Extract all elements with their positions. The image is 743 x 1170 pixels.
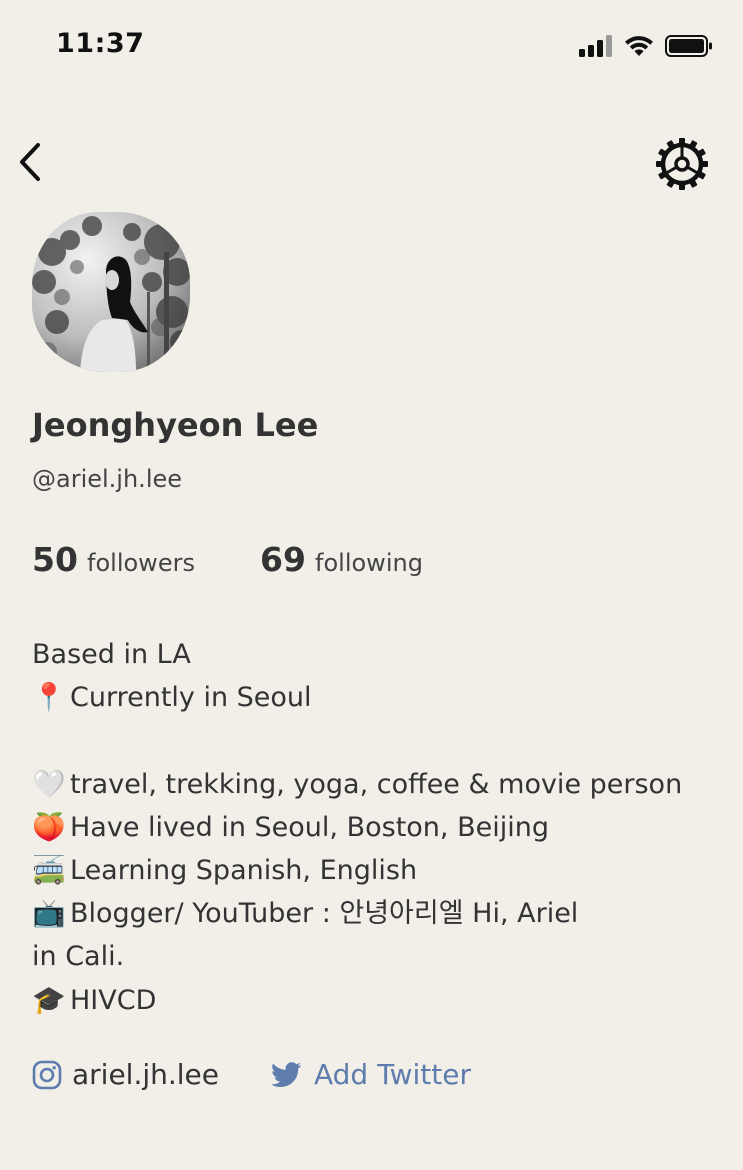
bio-line: in Cali. xyxy=(32,935,722,978)
social-links: ariel.jh.lee Add Twitter xyxy=(32,1058,722,1106)
following-label: following xyxy=(315,549,423,577)
add-twitter-link[interactable]: Add Twitter xyxy=(270,1058,471,1091)
twitter-icon xyxy=(271,1061,302,1087)
instagram-link[interactable]: ariel.jh.lee xyxy=(32,1058,219,1091)
following-link[interactable]: 69 following xyxy=(260,540,423,579)
television-emoji: 📺 xyxy=(32,898,66,930)
battery-icon xyxy=(665,35,712,57)
back-button[interactable] xyxy=(14,140,48,184)
chevron-left-icon xyxy=(20,143,40,181)
bio-text: Based in LA xyxy=(32,639,191,670)
bio-line: 🎓 HIVCD xyxy=(32,979,722,1022)
bio-text: Learning Spanish, English xyxy=(70,854,418,886)
bio-text: HIVCD xyxy=(70,984,157,1016)
bio-line: 🤍 travel, trekking, yoga, coffee & movie … xyxy=(32,763,722,806)
add-twitter-label: Add Twitter xyxy=(314,1058,471,1091)
status-icons xyxy=(579,34,713,58)
bio-text: Have lived in Seoul, Boston, Beijing xyxy=(70,811,549,843)
profile-bio: Based in LA 📍 Currently in Seoul 🤍 travel,… xyxy=(32,633,722,1022)
bio-line: 🚎 Learning Spanish, English xyxy=(32,849,722,892)
bio-text: Currently in Seoul xyxy=(70,682,312,714)
instagram-icon xyxy=(32,1060,62,1089)
bio-text: in Cali. xyxy=(32,941,125,973)
profile-name: Jeonghyeon Lee xyxy=(32,406,319,444)
bio-line: 📺 Blogger/ YouTuber : 안녕아리엘 Hi, Ariel xyxy=(32,892,722,935)
graduation-cap-emoji: 🎓 xyxy=(32,984,66,1016)
bio-blank-line xyxy=(32,719,722,762)
instagram-handle: ariel.jh.lee xyxy=(72,1058,220,1091)
signal-icon xyxy=(579,35,612,57)
bio-line: 🍑 Have lived in Seoul, Boston, Beijing xyxy=(32,806,722,849)
gear-icon xyxy=(656,138,708,190)
followers-count: 50 xyxy=(32,540,78,579)
peach-emoji: 🍑 xyxy=(32,811,66,843)
followers-link[interactable]: 50 followers xyxy=(32,540,195,579)
pin-emoji: 📍 xyxy=(32,682,66,714)
following-count: 69 xyxy=(260,540,306,579)
top-nav-bar xyxy=(0,130,743,194)
trolleybus-emoji: 🚎 xyxy=(32,854,66,886)
bio-text: travel, trekking, yoga, coffee & movie p… xyxy=(70,768,683,800)
status-bar: 11:37 xyxy=(0,0,743,92)
profile-handle: @ariel.jh.lee xyxy=(32,465,183,493)
settings-button[interactable] xyxy=(654,136,710,192)
profile-avatar[interactable] xyxy=(32,212,190,372)
wifi-icon xyxy=(625,36,653,56)
bio-text: Blogger/ YouTuber : 안녕아리엘 Hi, Ariel xyxy=(70,898,579,930)
profile-stats: 50 followers 69 following xyxy=(32,540,712,588)
bio-line: Based in LA xyxy=(32,633,722,676)
status-time: 11:37 xyxy=(56,28,145,59)
bio-line: 📍 Currently in Seoul xyxy=(32,676,722,719)
heart-emoji: 🤍 xyxy=(32,768,66,800)
avatar-photo xyxy=(32,212,190,372)
followers-label: followers xyxy=(87,549,195,577)
